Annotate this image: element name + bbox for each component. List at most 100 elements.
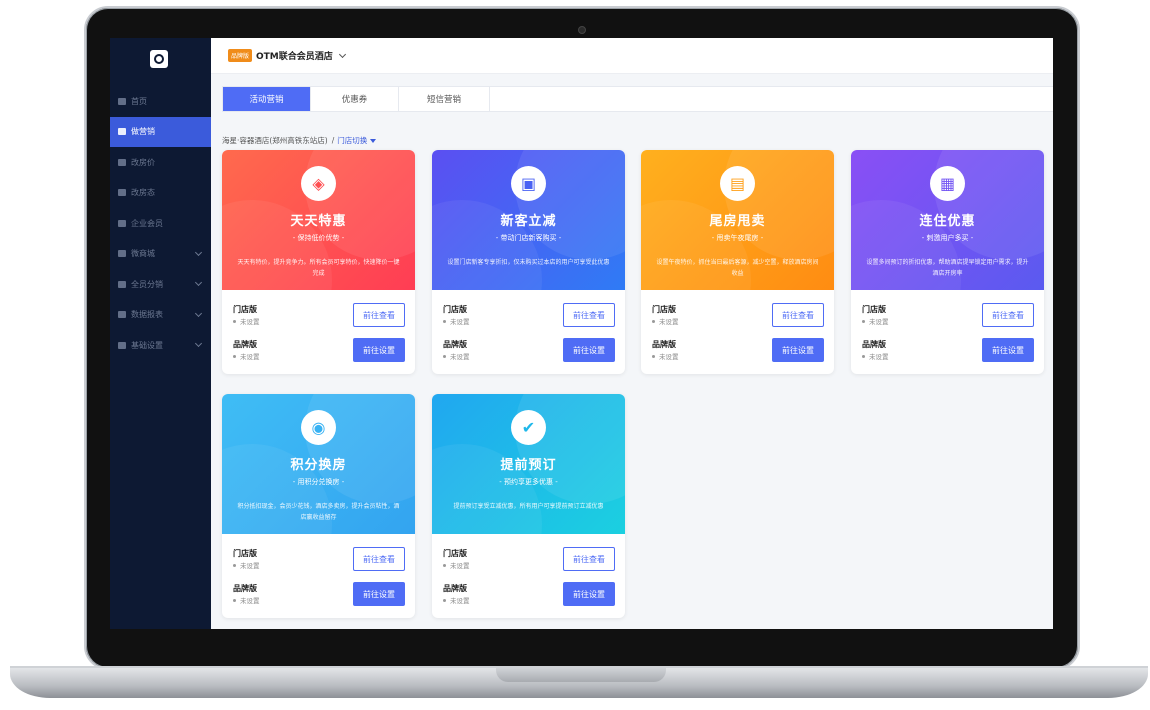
store-edition-row: 门店版 未设置 前往查看 xyxy=(652,303,824,327)
enterprise-icon xyxy=(118,219,126,227)
card-description: 设置多间预订的折扣优惠，帮助酒店提早锁定用户需求，提升酒店开房率 xyxy=(866,259,1029,277)
tab-coupons[interactable]: 优惠券 xyxy=(311,87,399,111)
card-description: 设置午夜特价，抓住当日最后客源，减少空置，释放酒店房间收益 xyxy=(656,259,819,277)
sidebar-item-reports[interactable]: 数据报表 xyxy=(110,300,211,331)
card-body: 门店版 未设置 前往查看 品牌版 未设置 前往设置 xyxy=(222,290,415,374)
distribution-icon xyxy=(118,280,126,288)
sidebar-item-settings[interactable]: 基础设置 xyxy=(110,330,211,361)
sidebar-item-shop[interactable]: 微商城 xyxy=(110,239,211,270)
sidebar-item-enterprise[interactable]: 企业会员 xyxy=(110,208,211,239)
row-status: 未设置 xyxy=(652,316,679,326)
card-title: 天天特惠 xyxy=(290,214,347,229)
sidebar-item-label: 做营销 xyxy=(131,127,155,137)
row-status: 未设置 xyxy=(233,351,260,361)
setup-button[interactable]: 前往设置 xyxy=(563,582,615,606)
brand-edition-row: 品牌版 未设置 前往设置 xyxy=(443,338,615,362)
setup-button[interactable]: 前往设置 xyxy=(982,338,1034,362)
row-label: 品牌版 xyxy=(862,340,886,349)
sidebar-nav: 首页 做营销 改房价 改房态 企业会员 微商城 全员分销 数据报表 基础设置 xyxy=(110,86,211,361)
marketing-icon xyxy=(118,128,126,136)
tab-activity-marketing[interactable]: 活动营销 xyxy=(223,87,311,111)
card-subtitle: - 预约享更多优惠 - xyxy=(499,478,558,486)
card-description: 天天有特价，提升竞争力。所有会员可享特价，快速降价一键完成 xyxy=(237,259,400,277)
row-label: 品牌版 xyxy=(443,584,467,593)
promo-card: ◉ 积分换房 - 用积分兑换房 - 积分抵扣现金，会员少花钱，酒店多卖房，提升会… xyxy=(222,394,415,618)
sidebar-item-home[interactable]: 首页 xyxy=(110,86,211,117)
view-button[interactable]: 前往查看 xyxy=(982,303,1034,327)
view-button[interactable]: 前往查看 xyxy=(563,303,615,327)
card-description: 提前预订享受立减优惠，所有用户可享提前预订立减优惠 xyxy=(453,503,604,510)
view-button[interactable]: 前往查看 xyxy=(353,303,405,327)
chevron-down-icon xyxy=(194,278,203,287)
setup-button[interactable]: 前往设置 xyxy=(353,338,405,362)
app-logo[interactable] xyxy=(150,50,168,68)
sidebar-item-room-status[interactable]: 改房态 xyxy=(110,178,211,209)
promo-card: ▤ 尾房甩卖 - 甩卖午夜尾房 - 设置午夜特价，抓住当日最后客源，减少空置，释… xyxy=(641,150,834,374)
brand-edition-row: 品牌版 未设置 前往设置 xyxy=(233,582,405,606)
view-button[interactable]: 前往查看 xyxy=(563,547,615,571)
card-subtitle: - 带动门店新客购买 - xyxy=(495,234,562,242)
row-status: 未设置 xyxy=(233,560,260,570)
row-label: 门店版 xyxy=(233,305,257,314)
card-banner: ◈ 天天特惠 - 保持低价优势 - 天天有特价，提升竞争力。所有会员可享特价，快… xyxy=(222,150,415,290)
brand-edition-row: 品牌版 未设置 前往设置 xyxy=(443,582,615,606)
setup-button[interactable]: 前往设置 xyxy=(772,338,824,362)
sidebar-item-label: 全员分销 xyxy=(131,279,163,289)
settings-icon xyxy=(118,341,126,349)
card-banner: ▤ 尾房甩卖 - 甩卖午夜尾房 - 设置午夜特价，抓住当日最后客源，减少空置，释… xyxy=(641,150,834,290)
gift-icon: ▣ xyxy=(511,166,546,201)
breadcrumb: 海星·容器酒店(郑州高铁东站店) / 门店切换 xyxy=(222,135,377,146)
card-title: 连住优惠 xyxy=(919,214,976,229)
card-banner: ◉ 积分换房 - 用积分兑换房 - 积分抵扣现金，会员少花钱，酒店多卖房，提升会… xyxy=(222,394,415,534)
store-edition-row: 门店版 未设置 前往查看 xyxy=(443,303,615,327)
store-edition-row: 门店版 未设置 前往查看 xyxy=(862,303,1034,327)
view-button[interactable]: 前往查看 xyxy=(772,303,824,327)
tag-icon: ◈ xyxy=(301,166,336,201)
card-subtitle: - 保持低价优势 - xyxy=(292,234,345,242)
tab-sms-marketing[interactable]: 短信营销 xyxy=(399,87,489,111)
row-status: 未设置 xyxy=(443,595,470,605)
row-label: 门店版 xyxy=(862,305,886,314)
setup-button[interactable]: 前往设置 xyxy=(353,582,405,606)
row-status: 未设置 xyxy=(652,351,679,361)
report-icon xyxy=(118,311,126,319)
card-title: 积分换房 xyxy=(290,458,347,473)
caret-down-icon[interactable] xyxy=(370,138,377,143)
calendar-icon: ▦ xyxy=(930,166,965,201)
view-button[interactable]: 前往查看 xyxy=(353,547,405,571)
shop-icon xyxy=(118,250,126,258)
app-screen: 首页 做营销 改房价 改房态 企业会员 微商城 全员分销 数据报表 基础设置 品… xyxy=(110,38,1053,629)
sidebar-item-label: 改房态 xyxy=(131,188,155,198)
row-status: 未设置 xyxy=(443,560,470,570)
card-title: 提前预订 xyxy=(500,458,557,473)
row-label: 品牌版 xyxy=(443,340,467,349)
row-status: 未设置 xyxy=(862,351,889,361)
chevron-down-icon xyxy=(194,309,203,317)
row-label: 门店版 xyxy=(652,305,676,314)
card-body: 门店版 未设置 前往查看 品牌版 未设置 前往设置 xyxy=(641,290,834,374)
card-banner: ▦ 连住优惠 - 刺激用户多买 - 设置多间预订的折扣优惠，帮助酒店提早锁定用户… xyxy=(851,150,1044,290)
card-subtitle: - 刺激用户多买 - xyxy=(921,234,974,242)
sidebar-item-price[interactable]: 改房价 xyxy=(110,147,211,178)
store-switch-link[interactable]: 门店切换 xyxy=(337,135,367,146)
card-body: 门店版 未设置 前往查看 品牌版 未设置 前往设置 xyxy=(851,290,1044,374)
card-subtitle: - 用积分兑换房 - xyxy=(292,478,345,486)
bed-icon: ▤ xyxy=(720,166,755,201)
chevron-down-icon[interactable] xyxy=(338,50,346,58)
tabs-bar xyxy=(488,86,1053,112)
sidebar-item-distribution[interactable]: 全员分销 xyxy=(110,269,211,300)
price-icon xyxy=(118,158,126,166)
card-body: 门店版 未设置 前往查看 品牌版 未设置 前往设置 xyxy=(432,290,625,374)
setup-button[interactable]: 前往设置 xyxy=(563,338,615,362)
row-label: 门店版 xyxy=(443,549,467,558)
row-label: 门店版 xyxy=(443,305,467,314)
brand-edition-row: 品牌版 未设置 前往设置 xyxy=(862,338,1034,362)
sidebar-item-label: 首页 xyxy=(131,96,147,106)
card-description: 积分抵扣现金，会员少花钱，酒店多卖房，提升会员粘性，酒店赢收益留存 xyxy=(237,503,400,521)
hotel-selector[interactable]: OTM联合会员酒店 xyxy=(256,49,333,62)
promo-card: ▣ 新客立减 - 带动门店新客购买 - 设置门店新客专享折扣，仅未购买过本店的用… xyxy=(432,150,625,374)
check-icon: ✔ xyxy=(511,410,546,445)
brand-edition-row: 品牌版 未设置 前往设置 xyxy=(652,338,824,362)
sidebar-item-marketing[interactable]: 做营销 xyxy=(110,116,211,147)
laptop-notch xyxy=(496,668,666,682)
